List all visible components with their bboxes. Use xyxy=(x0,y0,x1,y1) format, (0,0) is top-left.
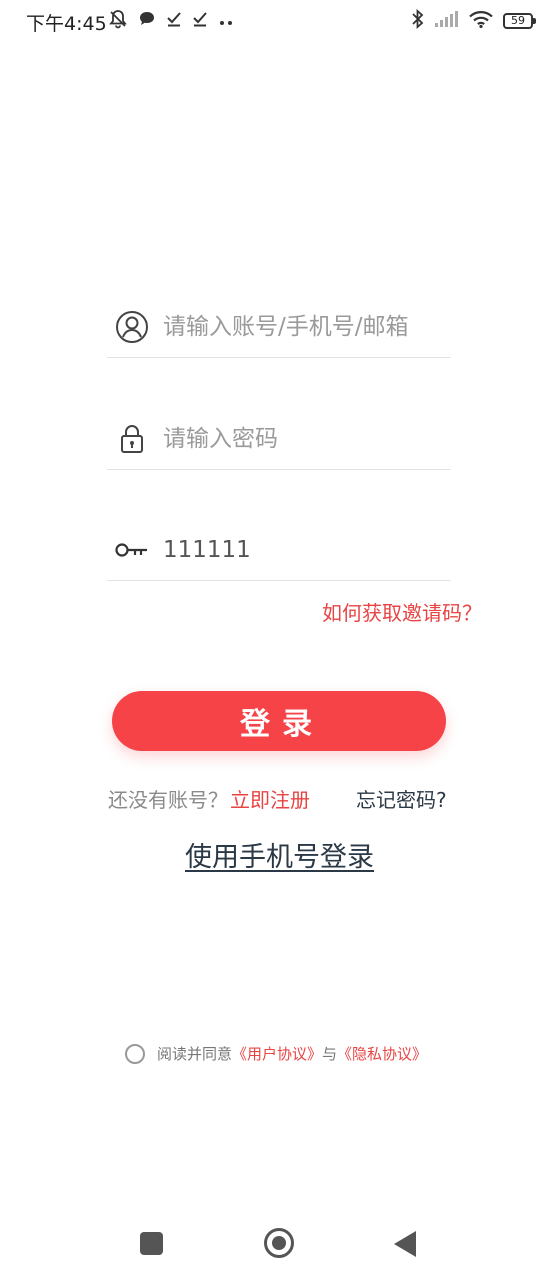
phone-login-row: 使用手机号登录 xyxy=(0,835,559,874)
agreement-checkbox[interactable] xyxy=(125,1043,145,1064)
status-right-icons: 59 xyxy=(411,8,536,33)
register-link[interactable]: 立即注册 xyxy=(230,784,310,813)
check-icon xyxy=(166,11,182,31)
phone-login-link[interactable]: 使用手机号登录 xyxy=(185,842,374,873)
privacy-policy-link[interactable]: 《隐私协议》 xyxy=(337,1043,427,1064)
status-bar: 下午4:45 59 xyxy=(0,0,559,40)
wifi-icon xyxy=(469,10,493,32)
recents-icon[interactable] xyxy=(140,1232,163,1255)
status-time: 下午4:45 xyxy=(26,13,107,35)
signal-icon xyxy=(435,11,459,31)
register-row: 还没有账号？ 立即注册 xyxy=(108,784,310,813)
register-prompt: 还没有账号？ xyxy=(108,788,228,812)
muted-bell-icon xyxy=(108,9,128,33)
agreement-row: 阅读并同意 《用户协议》 与 《隐私协议》 xyxy=(125,1043,427,1064)
navigation-bar xyxy=(0,1214,559,1274)
password-field[interactable] xyxy=(107,409,451,470)
check-icon xyxy=(192,11,208,31)
chat-bubble-icon xyxy=(138,10,156,32)
status-left-icons xyxy=(108,10,234,32)
battery-icon: 59 xyxy=(503,13,536,29)
user-agreement-link[interactable]: 《用户协议》 xyxy=(232,1043,322,1064)
account-input[interactable] xyxy=(163,297,448,357)
agreement-conjunction: 与 xyxy=(322,1045,338,1063)
agreement-prefix: 阅读并同意 xyxy=(157,1045,233,1063)
password-input[interactable] xyxy=(163,409,448,469)
key-icon xyxy=(115,540,149,560)
home-icon[interactable] xyxy=(264,1228,294,1258)
login-button[interactable]: 登录 xyxy=(112,691,446,751)
user-icon xyxy=(115,310,149,344)
bluetooth-icon xyxy=(411,8,425,33)
invite-code-field[interactable] xyxy=(107,520,451,581)
invite-code-input[interactable] xyxy=(163,520,448,580)
more-dots-icon xyxy=(218,12,234,31)
invite-code-help-link[interactable]: 如何获取邀请码？ xyxy=(322,597,482,626)
forgot-password-link[interactable]: 忘记密码? xyxy=(356,784,447,813)
lock-icon xyxy=(115,422,149,456)
account-field[interactable] xyxy=(107,297,451,358)
back-icon[interactable] xyxy=(394,1231,416,1257)
